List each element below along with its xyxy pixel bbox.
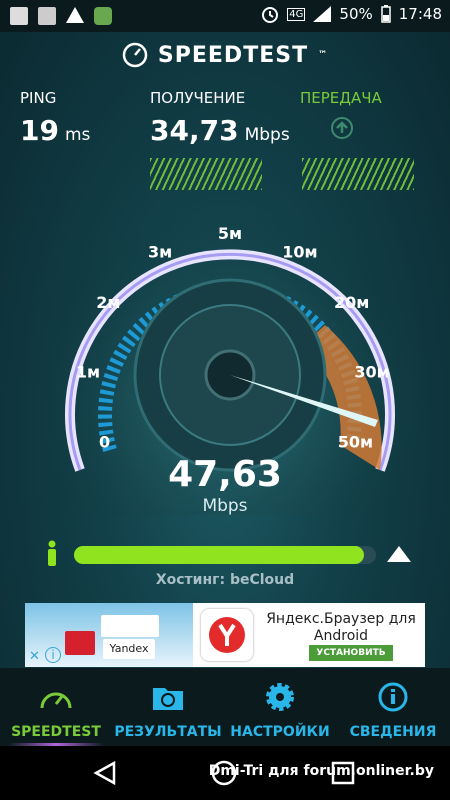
- ad-info-icon[interactable]: i: [45, 647, 61, 663]
- image-icon: [38, 7, 56, 25]
- gauge-tick-label: 1м: [76, 362, 100, 381]
- status-bar: 4G 50% 17:48: [0, 0, 450, 32]
- download-value: 34,73 Mbps: [150, 114, 290, 147]
- app-title: SPEEDTEST: [157, 42, 309, 68]
- gauge-tick-label: 3м: [148, 242, 172, 261]
- upload-arrow-icon: [331, 117, 353, 139]
- clock: 17:48: [398, 5, 442, 23]
- ad-install-button[interactable]: УСТАНОВИТЬ: [309, 645, 393, 661]
- download-graph: [150, 158, 262, 190]
- ping-label: PING: [20, 89, 57, 107]
- ping-value: 19 ms: [20, 114, 90, 147]
- info-icon: [378, 682, 408, 712]
- ad-image: Yandex ✕ i: [25, 603, 193, 667]
- gauge-tick-label: 10м: [282, 242, 317, 261]
- tab-results-label: РЕЗУЛЬТАТЫ: [114, 724, 222, 740]
- upload-graph: [302, 158, 414, 190]
- progress-fill: [74, 546, 364, 564]
- gauge-tick-label: 20м: [334, 293, 369, 312]
- tab-info[interactable]: СВЕДЕНИЯ: [336, 668, 450, 746]
- tab-speedtest[interactable]: SPEEDTEST: [0, 668, 112, 746]
- battery-percent: 50%: [339, 5, 373, 23]
- app-notification-icon: [94, 7, 112, 25]
- hosting-info: Хостинг: beCloud: [155, 572, 295, 588]
- ping-unit: ms: [64, 125, 91, 145]
- tab-settings[interactable]: НАСТРОЙКИ: [224, 668, 336, 746]
- notification-icon: [10, 7, 28, 25]
- network-type: 4G: [287, 7, 306, 21]
- person-icon: [48, 540, 56, 566]
- yandex-browser-icon: [201, 609, 253, 661]
- download-label: ПОЛУЧЕНИЕ: [150, 89, 246, 107]
- ad-title: Яндекс.Браузер для Android: [266, 611, 416, 644]
- current-speed-value: 47,63: [168, 454, 282, 495]
- download-number: 34,73: [150, 114, 239, 147]
- alarm-icon: [262, 7, 279, 23]
- app-header: SPEEDTEST ™: [0, 42, 450, 72]
- progress-track: [74, 546, 376, 564]
- gauge-tick-label: 5м: [218, 224, 242, 243]
- app-logo: SPEEDTEST ™: [122, 42, 328, 68]
- gear-icon: [266, 683, 294, 711]
- tab-settings-label: НАСТРОЙКИ: [230, 724, 330, 740]
- ping-number: 19: [20, 114, 59, 147]
- speedometer-icon: [40, 692, 72, 709]
- watermark: Dmi-Tri для forum.onliner.by: [208, 763, 434, 779]
- tab-results[interactable]: РЕЗУЛЬТАТЫ: [112, 668, 224, 746]
- ad-close-icon[interactable]: ✕: [29, 649, 40, 664]
- speedometer-logo-icon: [122, 42, 148, 68]
- download-unit: Mbps: [244, 125, 290, 145]
- signal-icon: [313, 6, 332, 22]
- gauge-tick-label: 2м: [96, 293, 120, 312]
- gauge-tick-label: 50м: [338, 433, 373, 452]
- warning-icon: [66, 7, 84, 23]
- server-icon: [387, 546, 411, 562]
- back-icon[interactable]: [92, 760, 118, 786]
- results-folder-icon: [153, 688, 183, 710]
- ad-banner[interactable]: Yandex ✕ i Яндекс.Браузер для Android УС…: [25, 603, 425, 667]
- upload-label: ПЕРЕДАЧА: [300, 89, 382, 107]
- bottom-nav: SPEEDTEST РЕЗУЛЬТАТЫ НАСТРОЙКИ СВЕДЕНИЯ: [0, 668, 450, 746]
- tab-info-label: СВЕДЕНИЯ: [349, 724, 437, 740]
- current-speed-unit: Mbps: [202, 496, 248, 516]
- battery-icon: [381, 5, 391, 23]
- gauge-tick-label: 0: [99, 433, 110, 452]
- ad-image-label: Yandex: [103, 639, 155, 659]
- test-progress: [44, 540, 414, 570]
- gauge-tick-label: 30м: [354, 362, 389, 381]
- tab-speedtest-label: SPEEDTEST: [11, 724, 101, 740]
